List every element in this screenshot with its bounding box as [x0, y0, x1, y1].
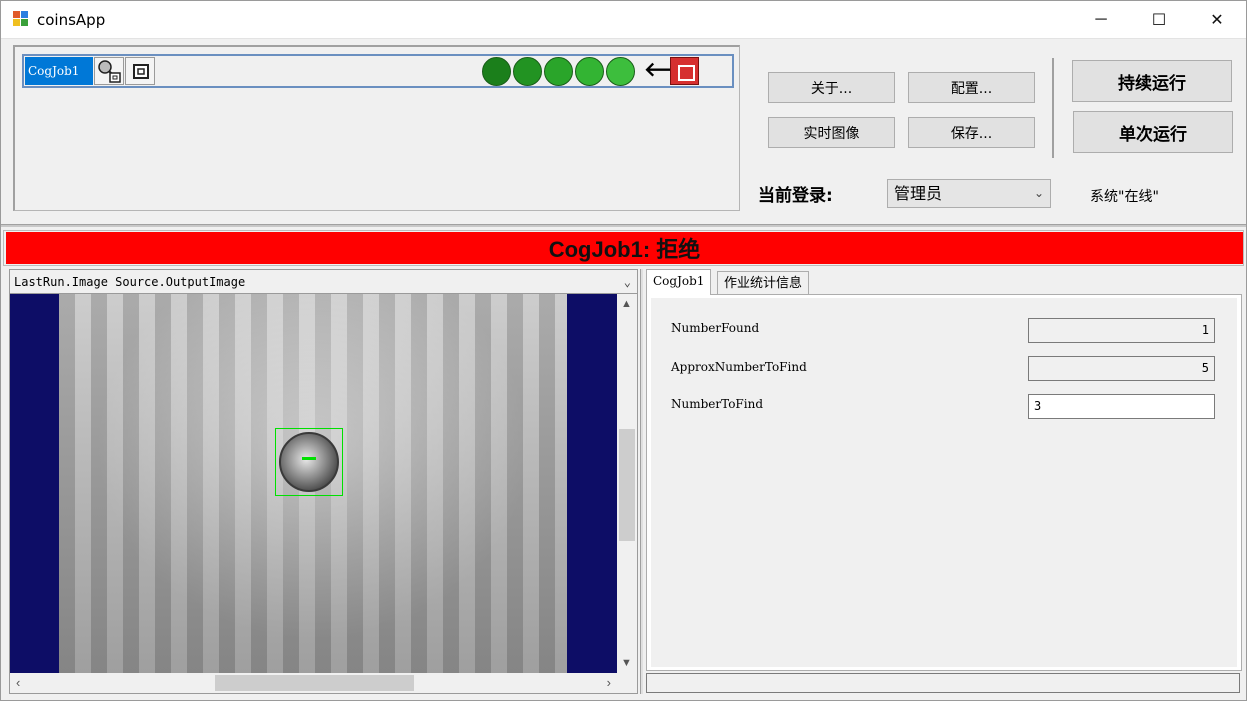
number-found-field: 1: [1028, 318, 1215, 343]
live-image-button[interactable]: 实时图像: [768, 117, 895, 148]
selected-user: 管理员: [894, 184, 943, 203]
vertical-scrollbar[interactable]: ▲ ▼: [617, 294, 637, 673]
maximize-button[interactable]: ☐: [1130, 1, 1188, 39]
status-circle: [513, 57, 542, 86]
minimize-button[interactable]: ─: [1072, 1, 1130, 39]
system-status: 系统"在线": [1090, 189, 1159, 205]
coin-marker: [302, 457, 316, 460]
about-button[interactable]: 关于...: [768, 72, 895, 103]
status-circle: [575, 57, 604, 86]
save-button[interactable]: 保存...: [908, 117, 1035, 148]
image-canvas[interactable]: [10, 294, 617, 673]
job-strip: CogJob1: [22, 54, 734, 88]
status-circle: [544, 57, 573, 86]
scroll-thumb[interactable]: [215, 675, 414, 691]
properties-area: NumberFound 1 ApproxNumberToFind 5 Numbe…: [651, 298, 1237, 667]
status-bar: [646, 673, 1240, 693]
approx-number-label: ApproxNumberToFind: [671, 360, 807, 374]
image-display: LastRun.Image Source.OutputImage ⌄ ▲ ▼ ‹…: [9, 269, 638, 694]
scroll-left-icon[interactable]: ‹: [16, 675, 20, 690]
tool-frame-icon[interactable]: [125, 57, 155, 85]
scroll-down-icon[interactable]: ▼: [621, 657, 632, 669]
scroll-right-icon[interactable]: ›: [607, 675, 611, 690]
config-button[interactable]: 配置...: [908, 72, 1035, 103]
run-continuous-button[interactable]: 持续运行: [1072, 60, 1232, 102]
run-once-button[interactable]: 单次运行: [1073, 111, 1233, 153]
horizontal-scrollbar[interactable]: ‹ ›: [10, 673, 617, 693]
image-source-select[interactable]: LastRun.Image Source.OutputImage ⌄: [10, 270, 637, 294]
toolblock-panel: CogJob1: [13, 45, 740, 211]
tool-group-icon[interactable]: [94, 57, 124, 85]
tab-content: NumberFound 1 ApproxNumberToFind 5 Numbe…: [646, 294, 1242, 671]
coin-image: [279, 432, 339, 492]
splitter[interactable]: [640, 269, 643, 694]
status-circle: [606, 57, 635, 86]
vertical-separator: [1052, 58, 1054, 158]
number-to-find-label: NumberToFind: [671, 397, 763, 411]
window-title: coinsApp: [37, 11, 106, 29]
app-window: coinsApp ─ ☐ ✕ CogJob1 关于... 配置... 实时图像 …: [0, 0, 1247, 701]
number-found-label: NumberFound: [671, 321, 760, 335]
scroll-up-icon[interactable]: ▲: [621, 298, 632, 310]
user-select[interactable]: 管理员 ⌄: [887, 179, 1051, 208]
horizontal-separator: [1, 224, 1246, 227]
stop-icon[interactable]: [670, 57, 699, 85]
found-coin-box: [275, 428, 343, 496]
chevron-down-icon: ⌄: [623, 275, 631, 289]
close-button[interactable]: ✕: [1188, 1, 1246, 39]
number-to-find-input[interactable]: 3: [1028, 394, 1215, 419]
job-label[interactable]: CogJob1: [25, 57, 93, 85]
camera-image: [59, 294, 567, 673]
status-circle: [482, 57, 511, 86]
login-label: 当前登录:: [758, 186, 833, 206]
approx-number-field: 5: [1028, 356, 1215, 381]
tab-job-statistics[interactable]: 作业统计信息: [717, 271, 810, 295]
result-banner: CogJob1: 拒绝: [6, 232, 1243, 264]
tab-panel: CogJob1 作业统计信息 NumberFound 1 ApproxNumbe…: [646, 269, 1242, 671]
chevron-down-icon: ⌄: [1033, 186, 1044, 200]
app-icon: [13, 11, 30, 27]
status-circles: [482, 57, 635, 86]
scroll-thumb[interactable]: [619, 429, 635, 541]
image-source-label: LastRun.Image Source.OutputImage: [14, 275, 246, 289]
title-bar: coinsApp ─ ☐ ✕: [1, 1, 1246, 39]
tab-cogjob1[interactable]: CogJob1: [646, 269, 712, 295]
